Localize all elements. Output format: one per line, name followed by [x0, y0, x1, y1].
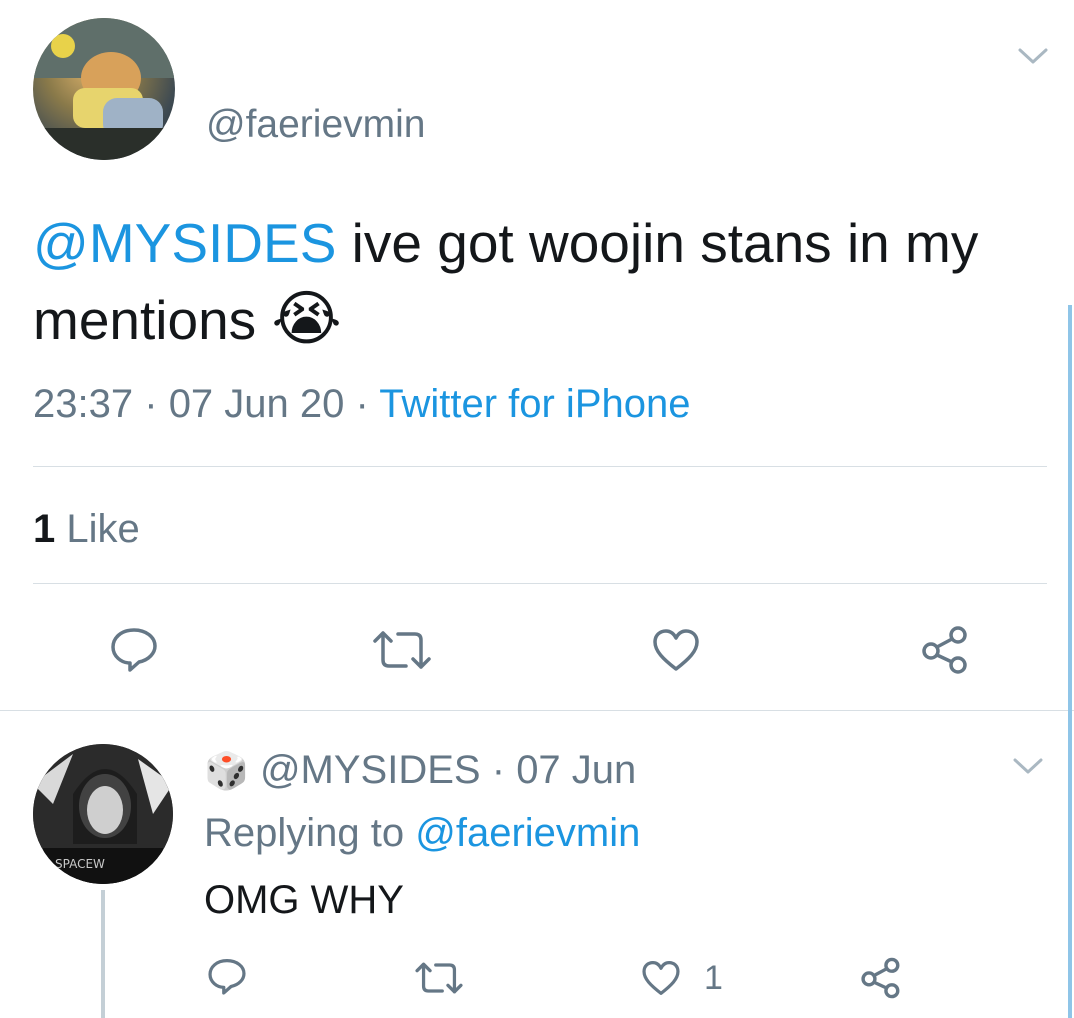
reply-menu-chevron-icon[interactable] — [1011, 754, 1045, 778]
tweet-date: 07 Jun 20 — [168, 382, 345, 426]
meta-separator: · — [355, 382, 369, 426]
tweet-time: 23:37 — [33, 382, 134, 426]
retweet-icon — [415, 962, 463, 994]
crying-face-emoji: 😭 — [271, 285, 342, 352]
tweet-menu-chevron-icon[interactable] — [1016, 44, 1050, 68]
meta-separator: · — [491, 748, 506, 792]
reply-author-handle[interactable]: @MYSIDES — [260, 748, 481, 792]
likes-count: 1 — [33, 507, 56, 551]
share-button[interactable] — [918, 624, 970, 676]
reply-share-button[interactable] — [858, 956, 902, 1000]
reply-like-count: 1 — [704, 958, 723, 997]
thread-line — [101, 890, 105, 1018]
divider — [0, 710, 1074, 711]
tweet-text: @MYSIDES ive got woojin stans in my ment… — [33, 205, 1043, 358]
mention-link[interactable]: @MYSIDES — [33, 212, 336, 274]
likes-stat[interactable]: 1 Like — [33, 507, 140, 552]
replying-to-handle[interactable]: @faerievmin — [415, 811, 640, 855]
like-button[interactable] — [650, 626, 702, 674]
reply-icon — [111, 628, 157, 672]
retweet-button[interactable] — [370, 628, 434, 672]
reply-retweet-button[interactable] — [413, 960, 465, 996]
heart-icon — [653, 629, 699, 671]
tweet-source-link[interactable]: Twitter for iPhone — [379, 382, 690, 426]
avatar-image — [33, 18, 175, 160]
author-handle[interactable]: @faerievmin — [206, 103, 426, 147]
reply-like-button[interactable]: 1 — [640, 958, 723, 998]
tweet-meta: 23:37 · 07 Jun 20 · Twitter for iPhone — [33, 382, 690, 427]
svg-text:SPACEW: SPACEW — [55, 857, 105, 871]
reply-text: OMG WHY — [204, 878, 404, 922]
replying-to: Replying to @faerievmin — [204, 811, 640, 856]
dice-badge-emoji: 🎲 — [204, 750, 249, 791]
likes-label: Like — [66, 507, 140, 551]
replying-to-label: Replying to — [204, 811, 405, 855]
reply-author-avatar[interactable]: SPACEW — [33, 744, 173, 884]
author-avatar[interactable] — [33, 18, 175, 160]
reply-date: 07 Jun — [516, 748, 637, 792]
retweet-icon — [373, 631, 431, 669]
reply-button[interactable] — [108, 625, 160, 673]
reply-avatar-image: SPACEW — [33, 744, 173, 884]
reply-header: 🎲 @MYSIDES · 07 Jun — [204, 748, 636, 793]
scrollbar[interactable] — [1068, 305, 1072, 1018]
reply-icon — [208, 959, 246, 995]
share-icon — [922, 626, 967, 674]
heart-icon — [642, 961, 680, 995]
share-icon — [861, 957, 900, 999]
divider — [33, 583, 1047, 584]
divider — [33, 466, 1047, 467]
reply-reply-button[interactable] — [206, 956, 248, 996]
meta-separator: · — [144, 382, 158, 426]
